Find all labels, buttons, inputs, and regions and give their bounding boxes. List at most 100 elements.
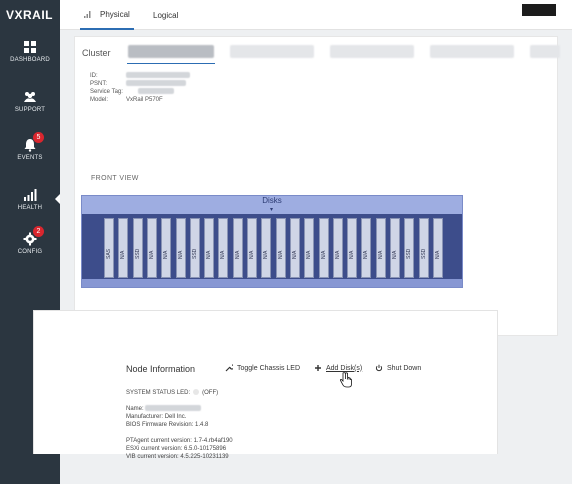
sidebar-item-health[interactable]: HEALTH — [0, 178, 61, 220]
hand-cursor-icon — [339, 372, 352, 388]
host-tab[interactable] — [430, 45, 514, 58]
psnt-label: PSNT: — [90, 81, 108, 87]
user-menu[interactable] — [522, 4, 556, 16]
disk-slot-label: N/A — [349, 250, 356, 259]
disk-slot-label: N/A — [163, 250, 170, 259]
name-value-redacted — [145, 405, 202, 412]
disk-slot[interactable]: SSD — [189, 218, 200, 278]
shut-down-button[interactable]: Shut Down — [375, 364, 421, 372]
disk-slot-label: SSD — [134, 248, 141, 259]
id-label: ID: — [90, 73, 98, 79]
sidebar-item-label: HEALTH — [17, 204, 43, 211]
cluster-label: Cluster — [82, 48, 111, 58]
node-information-panel — [33, 310, 498, 454]
disk-slot[interactable]: N/A — [390, 218, 400, 278]
add-disks-button[interactable]: Add Disk(s) — [314, 364, 362, 372]
system-status-led-row: SYSTEM STATUS LED: (OFF) — [126, 389, 218, 397]
vib-value: 4.5.225-10231139 — [180, 454, 229, 460]
disk-slot[interactable]: N/A — [204, 218, 215, 278]
people-icon — [24, 91, 36, 102]
disk-slot-label: N/A — [334, 250, 341, 259]
esxi-value: 6.5.0-10175896 — [184, 446, 227, 452]
chassis-bottom-bar — [82, 279, 462, 287]
host-tab-selected[interactable] — [128, 45, 214, 58]
chassis-front-view: Disks ▾ SAS N/A SSD N/A N/A N/A SSD N/A N/A N/A N/… — [81, 195, 463, 288]
disk-slot-label: SAS — [106, 248, 112, 259]
tab-logical[interactable]: Logical — [153, 0, 178, 30]
vib-label: VIB current version: — [126, 454, 179, 460]
disk-slot[interactable]: SSD — [404, 218, 415, 278]
psnt-value-redacted — [126, 80, 186, 87]
ptagent-value: 1.7-4.rb4af190 — [193, 438, 233, 444]
host-tab[interactable] — [330, 45, 414, 58]
disk-slot-label: N/A — [220, 250, 227, 259]
host-tab[interactable] — [530, 45, 560, 58]
disk-slot-label: N/A — [177, 250, 184, 259]
shut-down-label: Shut Down — [387, 364, 422, 372]
disk-slot[interactable]: N/A — [347, 218, 358, 278]
cluster-row: Cluster — [82, 45, 119, 61]
grid-icon — [24, 40, 36, 53]
sidebar-item-support[interactable]: SUPPORT — [0, 80, 60, 122]
host-id-row: ID: — [90, 72, 190, 80]
disk-slot-label: N/A — [249, 250, 255, 259]
power-icon — [375, 364, 383, 372]
disk-slot[interactable]: SSD — [132, 218, 143, 278]
disk-slot-label: N/A — [363, 250, 370, 259]
disk-slot[interactable]: SSD — [418, 218, 429, 278]
tab-physical[interactable]: Physical — [80, 0, 134, 30]
disk-slot[interactable]: N/A — [118, 218, 129, 278]
bar-chart-icon — [24, 188, 37, 201]
host-tab[interactable] — [230, 45, 314, 58]
disk-slot[interactable]: N/A — [232, 218, 243, 278]
model-value: VxRail P570F — [126, 97, 163, 103]
sidebar-item-dashboard[interactable]: DASHBOARD — [0, 30, 60, 72]
disk-slot[interactable]: N/A — [175, 218, 186, 278]
service-tag-value-redacted — [138, 88, 174, 95]
bios-row: BIOS Firmware Revision: 1.4.8 — [126, 421, 208, 429]
disk-slot[interactable]: N/A — [432, 218, 443, 278]
status-led-value: (OFF) — [202, 390, 219, 396]
plus-icon — [315, 365, 321, 371]
sidebar-item-label: EVENTS — [17, 154, 43, 161]
ptagent-label: PTAgent current version: — [126, 438, 192, 444]
sidebar-item-events[interactable]: 5 EVENTS — [0, 128, 60, 170]
disk-slot-label: N/A — [120, 250, 127, 259]
disk-slot[interactable]: N/A — [161, 218, 172, 278]
manufacturer-value: Dell Inc. — [164, 414, 187, 420]
sidebar-item-config[interactable]: 2 CONFIG — [0, 222, 60, 264]
disk-slot[interactable]: N/A — [218, 218, 229, 278]
node-information-heading: Node Information — [126, 364, 196, 374]
disk-slot-label: N/A — [377, 250, 384, 259]
disk-slot[interactable]: N/A — [318, 218, 329, 278]
ptagent-row: PTAgent current version: 1.7-4.rb4af190 — [126, 437, 233, 445]
disk-slot[interactable]: N/A — [304, 218, 315, 278]
signal-icon — [84, 11, 91, 18]
status-led-label: SYSTEM STATUS LED: — [126, 390, 191, 396]
disk-slot[interactable]: N/A — [289, 218, 300, 278]
disk-slot-label: SSD — [191, 248, 198, 259]
tab-label: Physical — [100, 9, 130, 19]
manufacturer-row: Manufacturer: Dell Inc. — [126, 413, 186, 421]
bios-value: 1.4.8 — [195, 422, 209, 428]
disk-slot-label: N/A — [291, 250, 298, 259]
front-view-label: FRONT VIEW — [91, 175, 139, 182]
model-label: Model: — [90, 97, 109, 103]
disk-slot[interactable]: SAS — [104, 218, 114, 278]
disk-slot[interactable]: N/A — [332, 218, 343, 278]
disk-slot[interactable]: N/A — [275, 218, 286, 278]
disk-slot[interactable]: N/A — [361, 218, 372, 278]
tab-label: Logical — [153, 10, 179, 20]
name-label: Name: — [126, 406, 144, 412]
disk-slot[interactable]: N/A — [261, 218, 272, 278]
disk-slot[interactable]: N/A — [146, 218, 157, 278]
manufacturer-label: Manufacturer: — [126, 414, 164, 420]
disk-slot[interactable]: N/A — [247, 218, 257, 278]
wrench-icon — [225, 364, 233, 372]
disk-slot-label: N/A — [263, 250, 270, 259]
esxi-label: ESXi current version: — [126, 446, 183, 452]
disk-slot-label: N/A — [206, 250, 213, 259]
toggle-chassis-led-button[interactable]: Toggle Chassis LED — [225, 364, 300, 372]
top-tab-bar: Physical Logical — [60, 0, 572, 30]
disk-slot[interactable]: N/A — [375, 218, 386, 278]
